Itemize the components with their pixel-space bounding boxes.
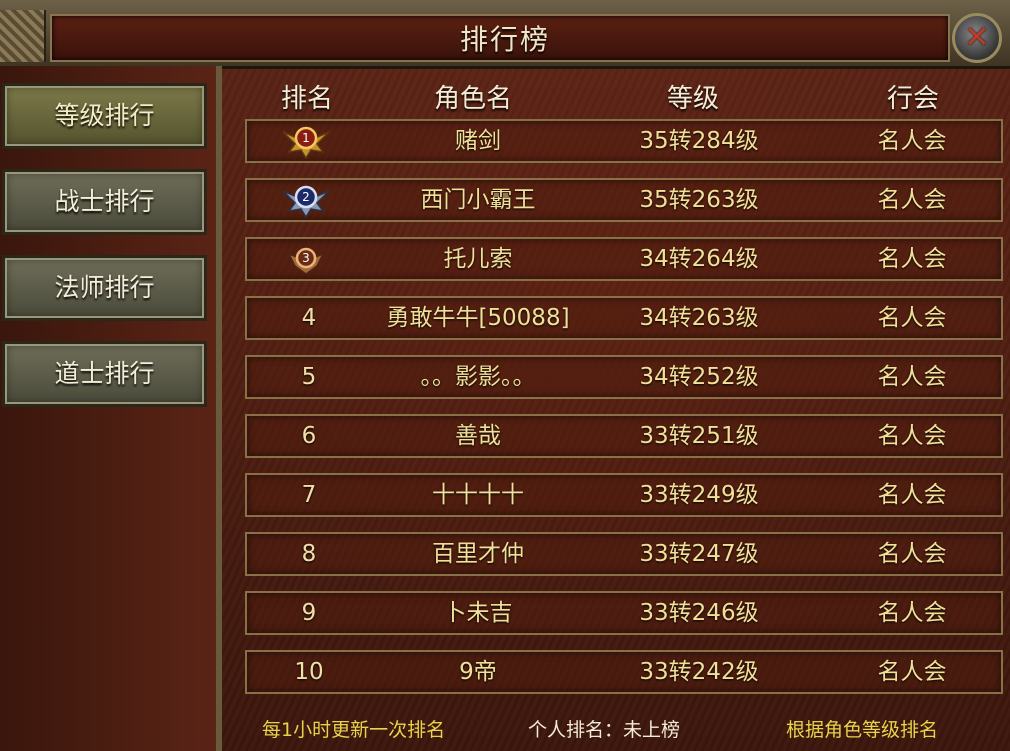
player-guild: 名人会 xyxy=(877,423,947,449)
table-row[interactable]: 10 9帝 33转242级 名人会 xyxy=(245,650,1003,694)
header-level: 等级 xyxy=(666,84,719,114)
table-row[interactable]: 4 勇敢牛牛[50088] 34转263级 名人会 xyxy=(245,296,1003,340)
player-level: 33转251级 xyxy=(639,423,759,449)
player-name: 。。影影。。 xyxy=(420,364,536,390)
player-guild: 名人会 xyxy=(877,482,947,508)
player-level: 34转263级 xyxy=(639,305,759,331)
bronze-medal-icon: 3 xyxy=(287,246,325,275)
rank-number: 9 xyxy=(301,600,317,626)
table-header: 排名 角色名 等级 行会 xyxy=(240,78,1010,116)
player-level: 35转284级 xyxy=(639,128,759,154)
gold-medal-icon: 1 xyxy=(282,126,330,160)
table-row[interactable]: 5 。。影影。。 34转252级 名人会 xyxy=(245,355,1003,399)
header-name: 角色名 xyxy=(433,84,512,114)
close-icon: ✕ xyxy=(964,20,990,55)
player-guild: 名人会 xyxy=(877,128,947,154)
tab-taoist-ranking[interactable]: 道士排行 xyxy=(2,341,207,407)
player-guild: 名人会 xyxy=(877,187,947,213)
tab-mage-ranking[interactable]: 法师排行 xyxy=(2,255,207,321)
rank-number: 7 xyxy=(301,482,317,508)
rank-number: 4 xyxy=(301,305,317,331)
update-note: 每1小时更新一次排名 xyxy=(262,719,446,741)
tab-level-ranking[interactable]: 等级排行 xyxy=(2,83,207,149)
rank-number: 8 xyxy=(301,541,317,567)
personal-rank: 个人排名：未上榜 xyxy=(528,719,681,741)
medal-rank-number: 3 xyxy=(302,251,310,265)
table-row[interactable]: 8 百里才仲 33转247级 名人会 xyxy=(245,532,1003,576)
medal-rank-number: 2 xyxy=(302,190,310,204)
player-guild: 名人会 xyxy=(877,305,947,331)
table-row[interactable]: 9 卜未吉 33转246级 名人会 xyxy=(245,591,1003,635)
player-guild: 名人会 xyxy=(877,600,947,626)
player-level: 34转264级 xyxy=(639,246,759,272)
header-guild: 行会 xyxy=(886,84,939,114)
tab-warrior-ranking[interactable]: 战士排行 xyxy=(2,169,207,235)
footer-bar: 每1小时更新一次排名 个人排名：未上榜 根据角色等级排名 xyxy=(222,712,1010,751)
player-name: 勇敢牛牛[50088] xyxy=(386,305,570,331)
window-title: 排行榜 xyxy=(459,23,550,56)
player-name: 9帝 xyxy=(459,659,497,685)
sort-note: 根据角色等级排名 xyxy=(786,719,939,741)
rank-number: 10 xyxy=(294,659,324,685)
player-level: 33转249级 xyxy=(639,482,759,508)
table-row[interactable]: 6 善哉 33转251级 名人会 xyxy=(245,414,1003,458)
medal-rank-number: 1 xyxy=(302,131,310,145)
player-name: 善哉 xyxy=(455,423,501,449)
header-rank: 排名 xyxy=(280,84,333,114)
player-name: 百里才仲 xyxy=(432,541,524,567)
player-guild: 名人会 xyxy=(877,541,947,567)
rank-number: 6 xyxy=(301,423,317,449)
table-row[interactable]: 7 十十十十 33转249级 名人会 xyxy=(245,473,1003,517)
player-guild: 名人会 xyxy=(877,659,947,685)
player-name: 西门小霸王 xyxy=(420,187,536,213)
player-name: 卜未吉 xyxy=(443,600,513,626)
close-button[interactable]: ✕ xyxy=(952,13,1002,63)
player-level: 35转263级 xyxy=(639,187,759,213)
table-row[interactable]: 2 西门小霸王 35转263级 名人会 xyxy=(245,178,1003,222)
sidebar: 等级排行 战士排行 法师排行 道士排行 xyxy=(0,66,222,751)
player-level: 34转252级 xyxy=(639,364,759,390)
player-name: 赌剑 xyxy=(455,128,501,154)
player-guild: 名人会 xyxy=(877,364,947,390)
player-name: 托儿索 xyxy=(443,246,513,272)
player-level: 33转246级 xyxy=(639,600,759,626)
table-row[interactable]: 1 赌剑 35转284级 名人会 xyxy=(245,119,1003,163)
player-level: 33转247级 xyxy=(639,541,759,567)
title-bar: 排行榜 ✕ xyxy=(0,0,1010,69)
silver-medal-icon: 2 xyxy=(282,185,330,219)
player-name: 十十十十 xyxy=(432,482,524,508)
rank-number: 5 xyxy=(301,364,317,390)
table-row[interactable]: 3 托儿索 34转264级 名人会 xyxy=(245,237,1003,281)
player-level: 33转242级 xyxy=(639,659,759,685)
player-guild: 名人会 xyxy=(877,246,947,272)
